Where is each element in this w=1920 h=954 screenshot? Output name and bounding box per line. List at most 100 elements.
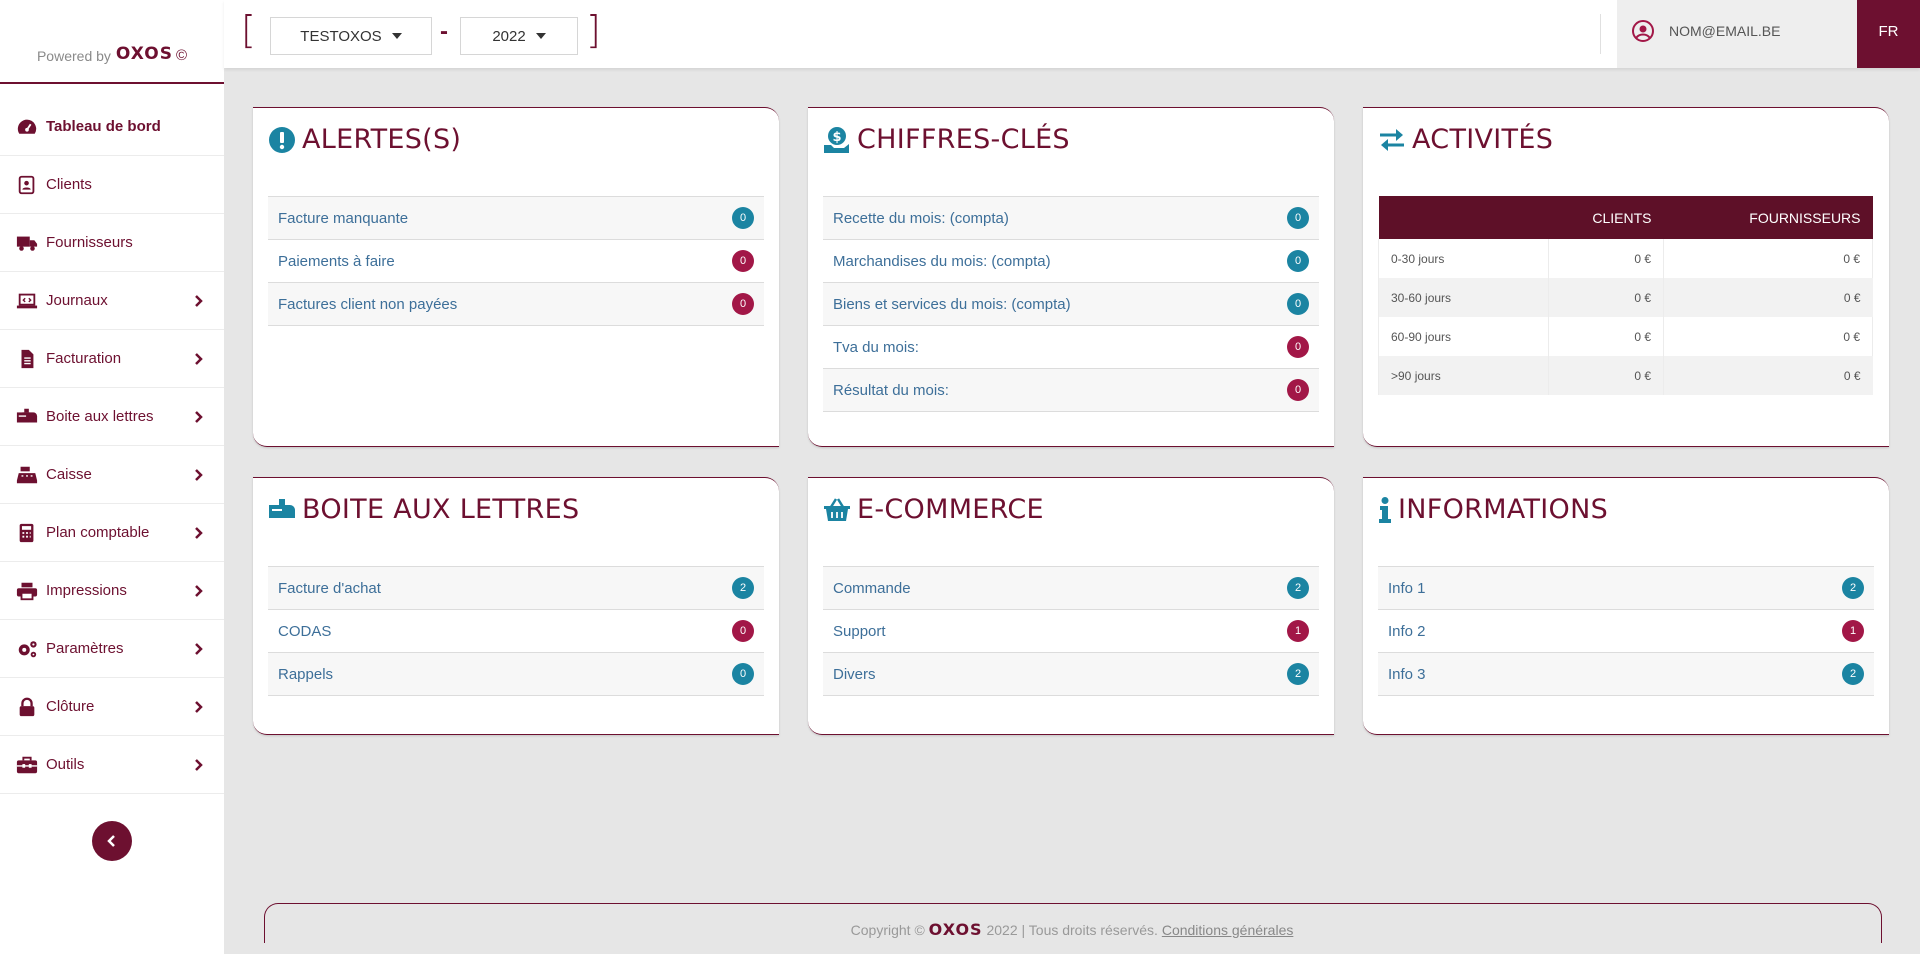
sidebar-item-label: Paramètres [46,640,124,657]
year-select[interactable]: 2022 [460,17,578,55]
list-item[interactable]: Support 1 [823,610,1319,653]
list-item[interactable]: Marchandises du mois: (compta) 0 [823,240,1319,283]
footer-rights: 2022 | Tous droits réservés. [986,922,1158,938]
count-badge: 0 [732,207,754,229]
svg-text:$: $ [832,130,841,145]
list-item-label: Info 2 [1388,622,1426,640]
table-row: 0-30 jours 0 € 0 € [1378,239,1873,278]
table-header-row: CLIENTS FOURNISSEURS [1378,196,1873,239]
list-item[interactable]: Divers 2 [823,653,1319,696]
sidebar-item-parametres[interactable]: Paramètres [0,620,224,678]
sidebar-item-cloture[interactable]: Clôture [0,678,224,736]
boite-list: Facture d'achat 2 CODAS 0 Rappels 0 [268,566,764,696]
topbar-divider [1600,14,1601,54]
caret-down-icon [535,33,546,39]
top-bar: [ TESTOXOS - 2022 ] NOM@EMAIL.BE FR [224,0,1920,68]
mailbox-icon [268,496,296,524]
sidebar-item-clients[interactable]: Clients [0,156,224,214]
footer-logo: OXOS [928,920,983,939]
list-item[interactable]: Tva du mois: 0 [823,326,1319,369]
count-badge: 0 [1287,379,1309,401]
ecommerce-list: Commande 2 Support 1 Divers 2 [823,566,1319,696]
info-icon [1378,496,1392,524]
money-hand-icon: $ [823,126,851,154]
list-item[interactable]: Biens et services du mois: (compta) 0 [823,283,1319,326]
company-select[interactable]: TESTOXOS [270,17,432,55]
list-item-label: Support [833,622,886,640]
sidebar-item-boite-aux-lettres[interactable]: Boite aux lettres [0,388,224,446]
sidebar-item-label: Impressions [46,582,127,599]
list-item[interactable]: Facture manquante 0 [268,197,764,240]
list-item[interactable]: Résultat du mois: 0 [823,369,1319,412]
list-item[interactable]: Info 1 2 [1378,567,1874,610]
list-item-label: Tva du mois: [833,338,919,356]
card-boite-aux-lettres: BOITE AUX LETTRES Facture d'achat 2 CODAS… [253,477,779,735]
list-item[interactable]: Factures client non payées 0 [268,283,764,326]
cogs-icon [16,639,38,659]
count-badge: 2 [732,577,754,599]
card-alertes: ALERTES(S) Facture manquante 0 Paiements … [253,107,779,447]
printer-icon [16,581,38,601]
caret-down-icon [391,33,402,39]
card-header: INFORMATIONS [1378,494,1608,525]
file-invoice-icon [16,349,38,369]
count-badge: 2 [1287,577,1309,599]
table-header: FOURNISSEURS [1663,196,1873,239]
list-item-label: Marchandises du mois: (compta) [833,252,1051,270]
user-menu[interactable]: NOM@EMAIL.BE [1617,0,1857,68]
user-email: NOM@EMAIL.BE [1669,23,1781,39]
card-header: ACTIVITÉS [1378,124,1553,155]
chevron-right-icon [195,584,203,597]
sidebar-item-journaux[interactable]: Journaux [0,272,224,330]
list-item[interactable]: CODAS 0 [268,610,764,653]
card-informations: INFORMATIONS Info 1 2 Info 2 1 Info 3 2 [1363,477,1889,735]
count-badge: 0 [732,250,754,272]
chevron-right-icon [195,642,203,655]
oxos-logo: OXOS [115,44,173,64]
sidebar-item-outils[interactable]: Outils [0,736,224,794]
list-item[interactable]: Rappels 0 [268,653,764,696]
count-badge: 2 [1842,663,1864,685]
list-item[interactable]: Info 2 1 [1378,610,1874,653]
count-badge: 0 [1287,336,1309,358]
card-title: ACTIVITÉS [1412,124,1554,155]
list-item[interactable]: Info 3 2 [1378,653,1874,696]
powered-by-brand: Powered by OXOS © [0,0,224,84]
sidebar-item-plan-comptable[interactable]: Plan comptable [0,504,224,562]
list-item[interactable]: Facture d'achat 2 [268,567,764,610]
table-cell: 0 € [1663,278,1873,317]
table-cell: 60-90 jours [1378,317,1549,356]
table-cell: 0 € [1548,278,1664,317]
card-header: $ CHIFFRES-CLÉS [823,124,1070,155]
sidebar-item-label: Caisse [46,466,92,483]
sidebar-item-caisse[interactable]: Caisse [0,446,224,504]
sidebar-item-tableau-de-bord[interactable]: Tableau de bord [0,98,224,156]
alertes-list: Facture manquante 0 Paiements à faire 0 Fa… [268,196,764,326]
list-item[interactable]: Commande 2 [823,567,1319,610]
list-item-label: Rappels [278,665,334,683]
sidebar-item-label: Clients [46,176,92,193]
card-title: ALERTES(S) [302,124,462,155]
terms-link[interactable]: Conditions générales [1162,922,1294,938]
table-cell: 30-60 jours [1378,278,1549,317]
card-title: CHIFFRES-CLÉS [857,124,1070,155]
collapse-sidebar-button[interactable] [92,821,132,861]
footer-copyright: Copyright © [850,922,925,938]
table-row: 60-90 jours 0 € 0 € [1378,317,1873,356]
language-button[interactable]: FR [1857,0,1920,68]
company-select-value: TESTOXOS [300,27,382,45]
count-badge: 1 [1842,620,1864,642]
table-cell: 0-30 jours [1378,239,1549,278]
sidebar-item-fournisseurs[interactable]: Fournisseurs [0,214,224,272]
sidebar-item-label: Tableau de bord [46,118,161,135]
list-item[interactable]: Paiements à faire 0 [268,240,764,283]
chevron-right-icon [195,700,203,713]
informations-list: Info 1 2 Info 2 1 Info 3 2 [1378,566,1874,696]
list-item[interactable]: Recette du mois: (compta) 0 [823,197,1319,240]
card-activites: ACTIVITÉS CLIENTS FOURNISSEURS 0-30 jour… [1363,107,1889,447]
list-item-label: Recette du mois: (compta) [833,209,1009,227]
calculator-icon [16,523,38,543]
sidebar-item-facturation[interactable]: Facturation [0,330,224,388]
sidebar-item-impressions[interactable]: Impressions [0,562,224,620]
chevron-right-icon [195,294,203,307]
